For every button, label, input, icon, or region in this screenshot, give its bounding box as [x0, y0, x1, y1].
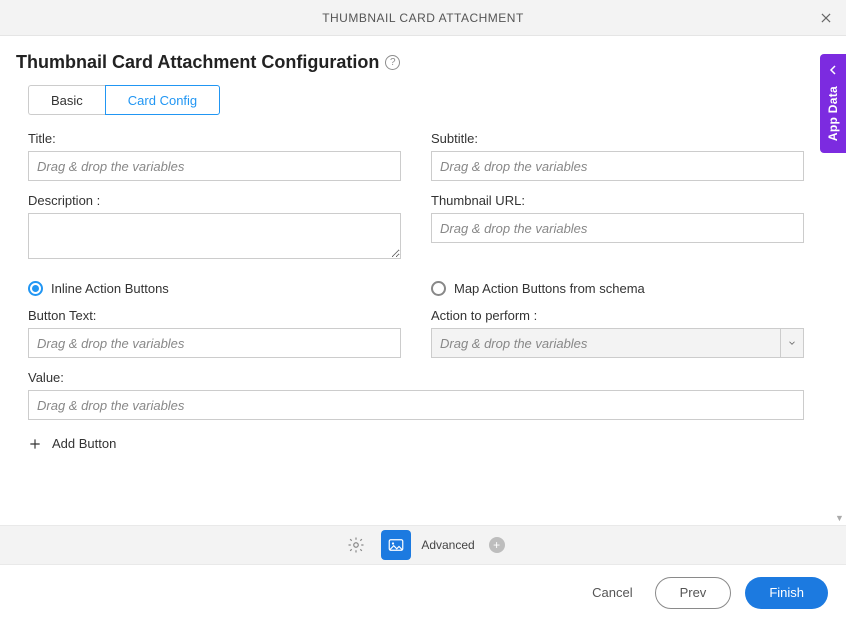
- scroll-down-icon[interactable]: ▼: [835, 513, 844, 523]
- config-panel: Basic Card Config Title: Subtitle: Descr…: [0, 85, 832, 525]
- radio-map-row[interactable]: Map Action Buttons from schema: [431, 281, 804, 296]
- tab-bar: Basic Card Config: [28, 85, 804, 115]
- help-icon[interactable]: ?: [385, 55, 400, 70]
- radio-inline-label: Inline Action Buttons: [51, 281, 169, 296]
- action-select[interactable]: [431, 328, 804, 358]
- plus-icon: [28, 437, 42, 451]
- radio-map[interactable]: [431, 281, 446, 296]
- chevron-down-icon[interactable]: [780, 328, 804, 358]
- field-description: Description :: [28, 193, 401, 259]
- modal-title: THUMBNAIL CARD ATTACHMENT: [322, 11, 524, 25]
- advanced-label: Advanced: [421, 538, 474, 552]
- field-action: Action to perform :: [431, 308, 804, 358]
- radio-inline-row[interactable]: Inline Action Buttons: [28, 281, 401, 296]
- value-label: Value:: [28, 370, 804, 385]
- bottom-toolbar: Advanced +: [0, 525, 846, 565]
- button-text-input[interactable]: [28, 328, 401, 358]
- value-input[interactable]: [28, 390, 804, 420]
- close-icon: [819, 11, 833, 25]
- field-subtitle: Subtitle:: [431, 131, 804, 181]
- tab-basic[interactable]: Basic: [28, 85, 105, 115]
- gear-icon: [347, 536, 365, 554]
- add-button-row[interactable]: Add Button: [28, 436, 804, 451]
- field-button-text: Button Text:: [28, 308, 401, 358]
- description-label: Description :: [28, 193, 401, 208]
- action-label: Action to perform :: [431, 308, 804, 323]
- title-input[interactable]: [28, 151, 401, 181]
- modal-header: THUMBNAIL CARD ATTACHMENT: [0, 0, 846, 36]
- field-title: Title:: [28, 131, 401, 181]
- close-button[interactable]: [816, 8, 836, 28]
- thumbnail-url-label: Thumbnail URL:: [431, 193, 804, 208]
- subtitle-input[interactable]: [431, 151, 804, 181]
- subtitle-label: Subtitle:: [431, 131, 804, 146]
- thumbnail-url-input[interactable]: [431, 213, 804, 243]
- image-icon: [387, 536, 405, 554]
- radio-inline[interactable]: [28, 281, 43, 296]
- advanced-add-button[interactable]: +: [489, 537, 505, 553]
- action-input[interactable]: [431, 328, 780, 358]
- add-button-label: Add Button: [52, 436, 116, 451]
- title-label: Title:: [28, 131, 401, 146]
- page-title-row: Thumbnail Card Attachment Configuration …: [0, 36, 846, 85]
- field-value: Value:: [28, 370, 804, 420]
- chevron-left-icon: [825, 62, 841, 78]
- app-data-drawer[interactable]: App Data: [820, 54, 846, 153]
- settings-button[interactable]: [341, 530, 371, 560]
- app-data-label: App Data: [826, 86, 840, 141]
- radio-map-label: Map Action Buttons from schema: [454, 281, 645, 296]
- page-title: Thumbnail Card Attachment Configuration: [16, 52, 379, 73]
- card-view-button[interactable]: [381, 530, 411, 560]
- field-thumbnail-url: Thumbnail URL:: [431, 193, 804, 259]
- button-text-label: Button Text:: [28, 308, 401, 323]
- tab-card-config[interactable]: Card Config: [105, 85, 220, 115]
- description-input[interactable]: [28, 213, 401, 259]
